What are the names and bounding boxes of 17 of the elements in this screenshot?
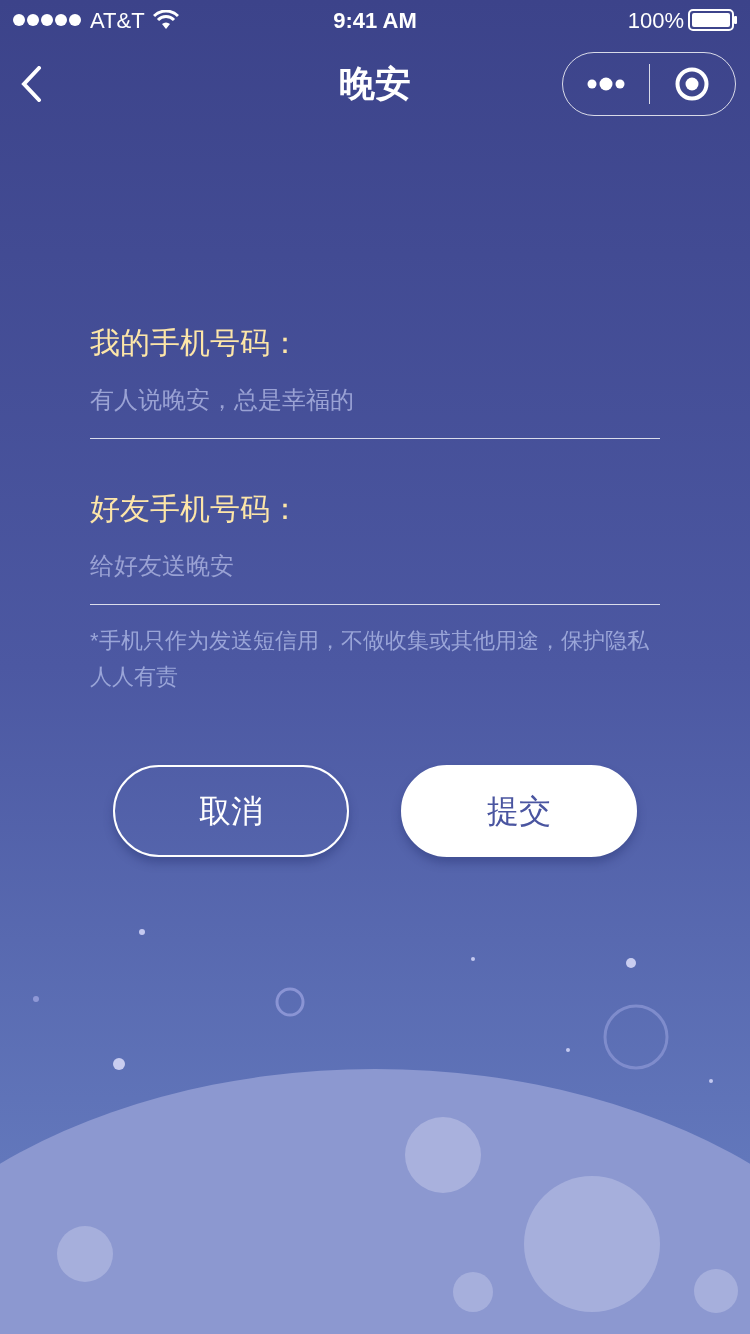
privacy-note: *手机只作为发送短信用，不做收集或其他用途，保护隐私人人有责 <box>90 627 650 691</box>
submit-button[interactable]: 提交 <box>401 765 637 857</box>
more-icon <box>585 77 626 91</box>
back-icon <box>20 66 42 102</box>
field-label: 我的手机号码： <box>90 325 301 361</box>
signal-icon <box>12 13 82 27</box>
wifi-icon <box>152 10 179 30</box>
cancel-button[interactable]: 取消 <box>113 765 349 857</box>
input-field[interactable]: 有人说晚安，总是幸福的 <box>90 379 660 439</box>
target-icon <box>675 67 710 101</box>
page-title: 晚安 <box>339 62 411 106</box>
battery-percent: 100% <box>627 6 684 35</box>
field-label: 好友手机号码： <box>90 491 301 527</box>
input-field[interactable]: 给好友送晚安 <box>90 545 660 605</box>
battery-icon <box>688 9 738 31</box>
status-time: 9:41 AM <box>333 6 417 35</box>
carrier-text: AT&T <box>90 6 145 35</box>
